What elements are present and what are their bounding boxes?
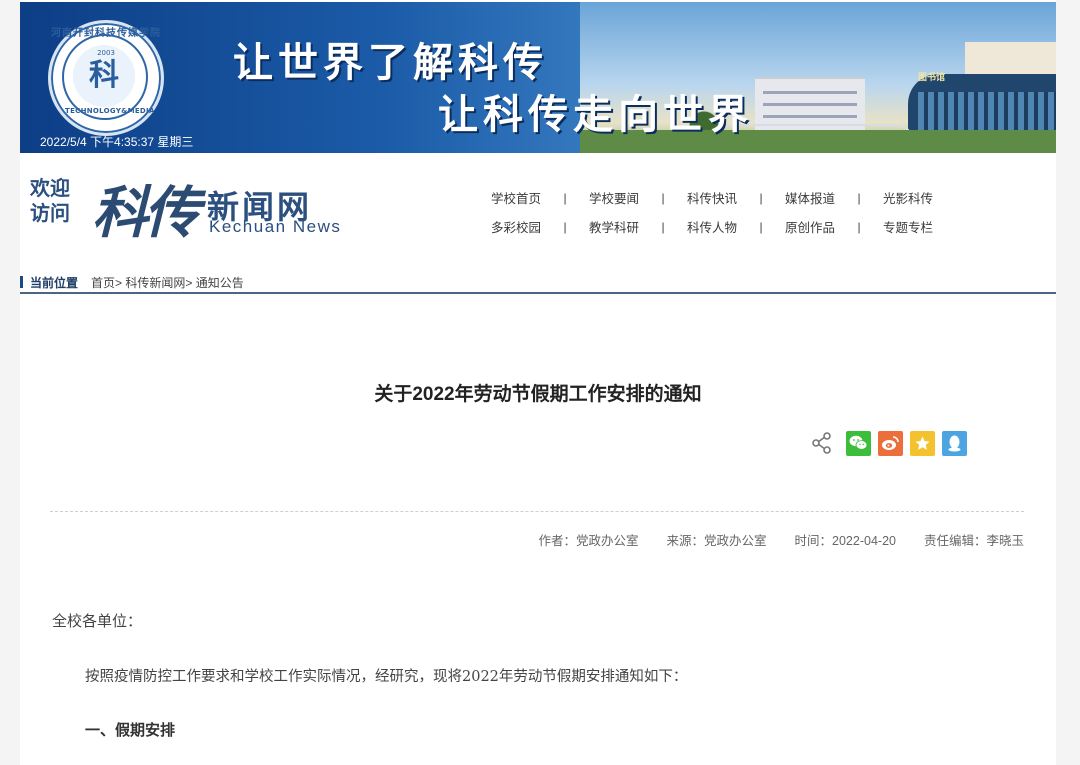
qq-icon[interactable] <box>942 430 967 456</box>
nav-item-school-news[interactable]: 学校要闻 <box>576 188 652 207</box>
nav-item-campus-life[interactable]: 多彩校园 <box>478 217 554 236</box>
article-source: 来源：党政办公室 <box>666 534 767 548</box>
breadcrumb-divider <box>20 292 1056 294</box>
page-container: 图书馆 河南开封科技传媒学院 科 2003 TECHNOLOGY&MEDIA 让… <box>20 0 1056 765</box>
article-title: 关于2022年劳动节假期工作安排的通知 <box>374 384 702 405</box>
nav-separator: | <box>857 190 861 205</box>
nav-separator: | <box>857 219 861 234</box>
current-datetime: 2022/5/4 下午4:35:37 星期三 <box>40 135 194 149</box>
nav-separator: | <box>759 190 763 205</box>
nav-row-1: 学校首页 | 学校要闻 | 科传快讯 | 媒体报道 | 光影科传 <box>478 183 958 212</box>
nav-item-school-home[interactable]: 学校首页 <box>478 188 554 207</box>
breadcrumb: 当前位置 首页> 科传新闻网> 通知公告 <box>20 274 244 292</box>
breadcrumb-notices[interactable]: 通知公告 <box>196 276 244 290</box>
breadcrumb-news-site[interactable]: 科传新闻网> <box>125 276 192 290</box>
weibo-icon[interactable] <box>878 430 903 456</box>
slogan-line-2: 让科传走向世界 <box>438 91 753 138</box>
nav-item-original-works[interactable]: 原创作品 <box>772 217 848 236</box>
nav-item-people[interactable]: 科传人物 <box>674 217 750 236</box>
building-sign: 图书馆 <box>918 73 946 83</box>
article-paragraph: 按照疫情防控工作要求和学校工作实际情况，经研究，现将2022年劳动节假期安排通知… <box>85 669 688 685</box>
main-nav: 学校首页 | 学校要闻 | 科传快讯 | 媒体报道 | 光影科传 多彩校园 | … <box>478 183 958 241</box>
article-greeting: 全校各单位： <box>52 612 143 630</box>
favorite-star-icon[interactable] <box>910 430 935 456</box>
section-heading: 一、假期安排 <box>85 721 176 739</box>
nav-item-teaching-research[interactable]: 教学科研 <box>576 217 652 236</box>
article-editor: 责任编辑：李晓玉 <box>923 534 1024 548</box>
nav-separator: | <box>563 219 567 234</box>
school-logo[interactable]: 河南开封科技传媒学院 科 2003 TECHNOLOGY&MEDIA <box>48 20 164 136</box>
breadcrumb-home[interactable]: 首页> <box>91 276 122 290</box>
wechat-icon[interactable] <box>846 430 871 456</box>
nav-separator: | <box>661 219 665 234</box>
slogan-line-1: 让世界了解科传 <box>233 39 548 86</box>
nav-item-light-shadow[interactable]: 光影科传 <box>870 188 946 207</box>
nav-item-kechuan-express[interactable]: 科传快讯 <box>674 188 750 207</box>
nav-separator: | <box>661 190 665 205</box>
share-bar <box>810 429 974 457</box>
article-author: 作者：党政办公室 <box>538 534 639 548</box>
article-date: 时间：2022-04-20 <box>794 534 896 548</box>
nav-row-2: 多彩校园 | 教学科研 | 科传人物 | 原创作品 | 专题专栏 <box>478 212 958 241</box>
breadcrumb-label: 当前位置 <box>30 276 79 290</box>
logo-year: 2003 <box>97 49 115 57</box>
building-decoration <box>965 42 1056 78</box>
nav-separator: | <box>563 190 567 205</box>
nav-item-special-topics[interactable]: 专题专栏 <box>870 217 946 236</box>
nav-separator: | <box>759 219 763 234</box>
breadcrumb-marker <box>20 276 23 288</box>
logo-en-text: TECHNOLOGY&MEDIA <box>65 107 155 115</box>
header-banner: 图书馆 河南开封科技传媒学院 科 2003 TECHNOLOGY&MEDIA 让… <box>20 2 1056 153</box>
site-subtitle: Kechuan News <box>209 217 342 236</box>
article-meta: 作者：党政办公室 来源：党政办公室 时间：2022-04-20 责任编辑：李晓玉 <box>511 530 1025 549</box>
nav-item-media-reports[interactable]: 媒体报道 <box>772 188 848 207</box>
welcome-text: 欢迎访问 <box>30 176 70 225</box>
share-icon[interactable] <box>810 431 834 455</box>
meta-divider <box>50 511 1024 512</box>
brush-logo-text[interactable]: 科传 <box>92 168 200 249</box>
